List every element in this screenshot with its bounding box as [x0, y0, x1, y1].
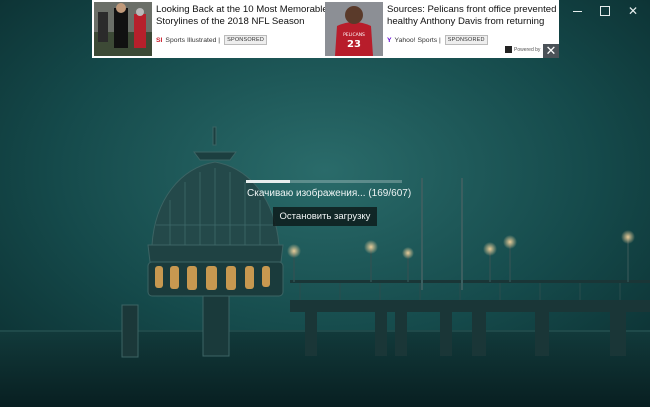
ad-banner: Looking Back at the 10 Most Memorable St… [92, 0, 559, 58]
powered-by-label: Powered by [514, 46, 541, 53]
download-status-text: Скачиваю изображения... (169/607) [247, 188, 412, 199]
ad-thumbnail [94, 2, 152, 56]
ad-thumbnail: PELICANS 23 [325, 2, 383, 56]
jersey-team-text: PELICANS [343, 32, 365, 38]
ad-item-nfl[interactable]: Looking Back at the 10 Most Memorable St… [94, 2, 328, 56]
close-icon: ✕ [545, 43, 557, 58]
si-logo: SI [156, 36, 163, 44]
ad-source-label: Sports Illustrated | [165, 36, 221, 44]
window-close-button[interactable]: ✕ [619, 0, 647, 22]
close-icon: ✕ [627, 4, 639, 18]
ad-headline[interactable]: Looking Back at the 10 Most Memorable St… [156, 4, 328, 28]
ad-source: Y Yahoo! Sports | SPONSORED [387, 35, 488, 45]
ad-headline[interactable]: Sources: Pelicans front office prevented… [387, 4, 559, 28]
stop-download-button[interactable]: Остановить загрузку [273, 207, 377, 226]
provider-logo-icon [505, 46, 512, 53]
maximize-button[interactable] [591, 0, 619, 22]
sponsored-badge: SPONSORED [224, 35, 268, 45]
ad-source: SI Sports Illustrated | SPONSORED [156, 35, 268, 45]
ad-source-label: Yahoo! Sports | [394, 36, 441, 44]
powered-by[interactable]: Powered by [505, 46, 540, 53]
yahoo-logo: Y [387, 36, 392, 44]
minimize-button[interactable] [563, 0, 591, 22]
jersey-number-text: 23 [347, 39, 361, 50]
sponsored-badge: SPONSORED [444, 35, 488, 45]
progress-fill [246, 180, 290, 183]
ad-close-button[interactable]: ✕ [543, 44, 559, 58]
download-progress-bar [246, 180, 402, 183]
background-photo [0, 0, 650, 407]
